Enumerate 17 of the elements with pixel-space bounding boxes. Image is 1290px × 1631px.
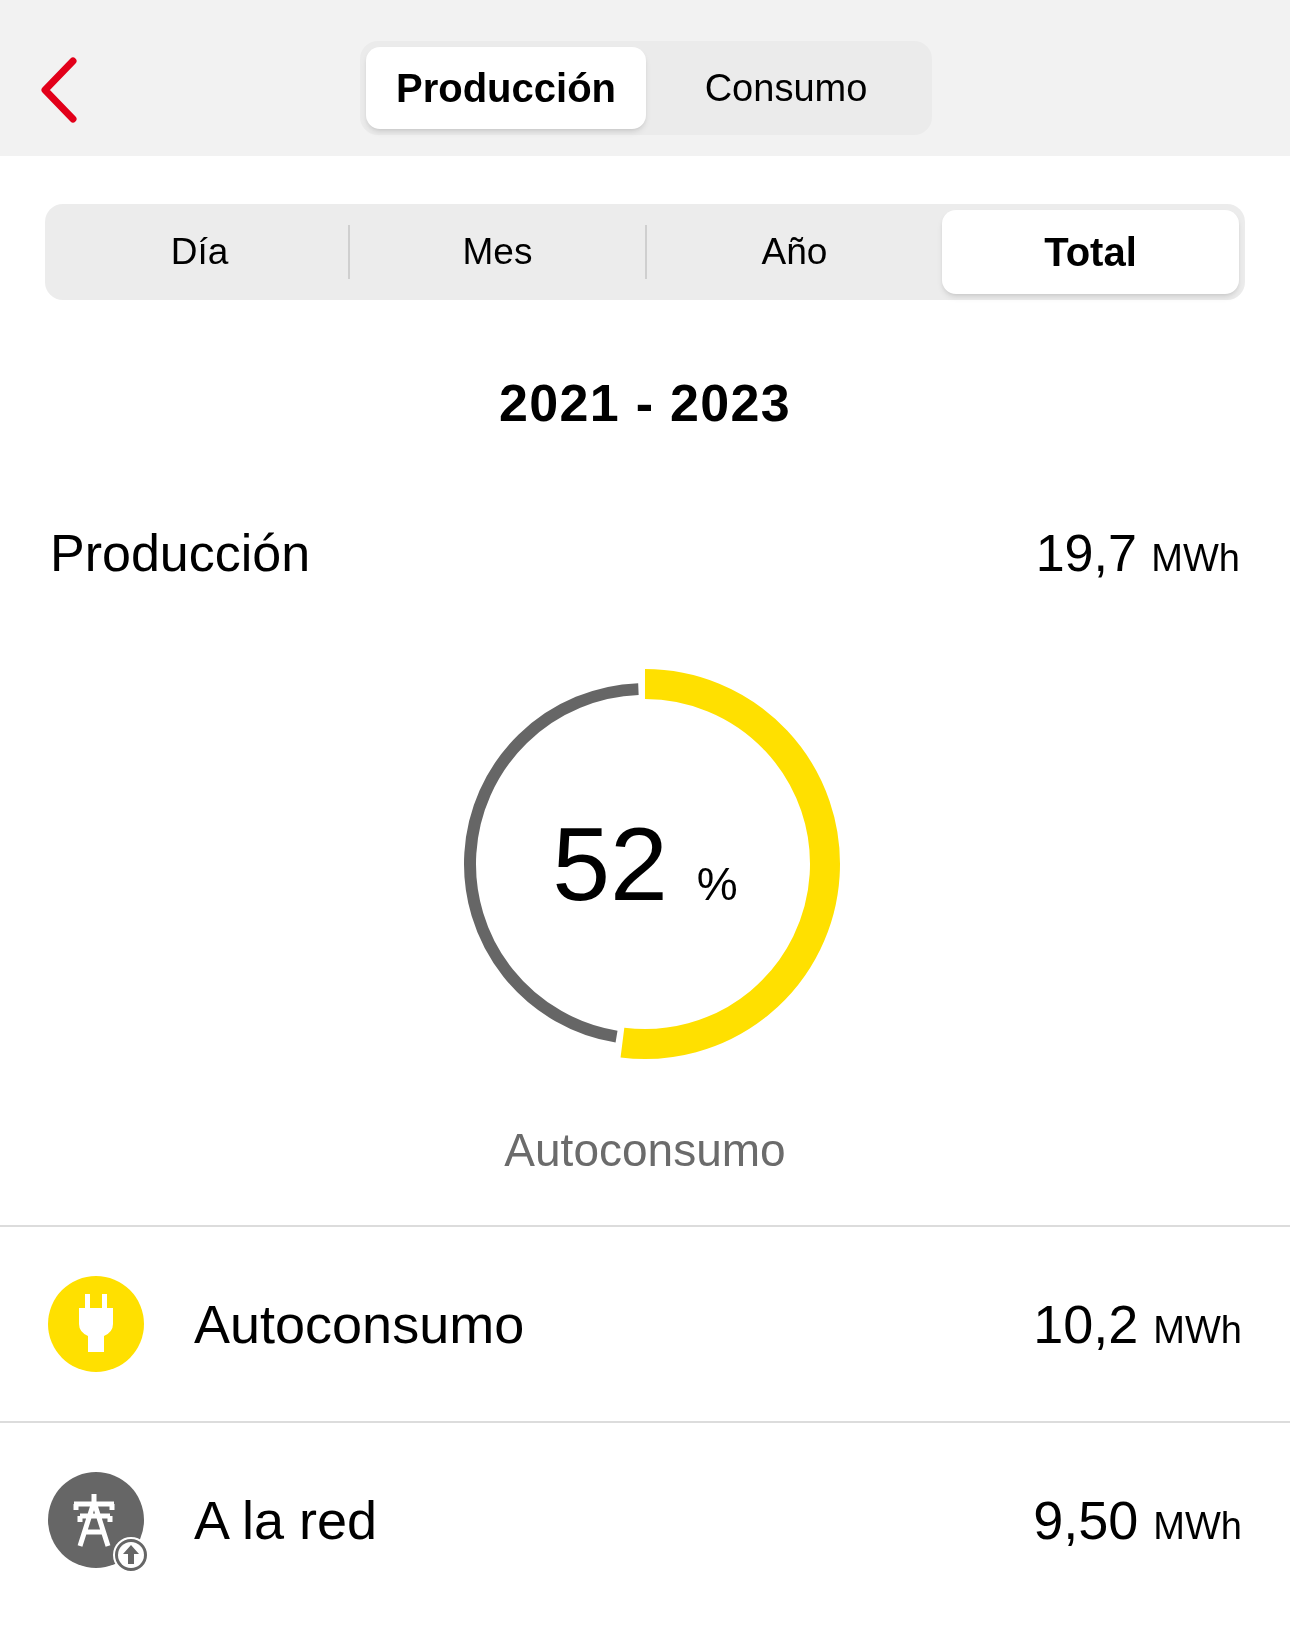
view-tab[interactable]: Producción (366, 47, 646, 129)
period-tab[interactable]: Total (942, 210, 1239, 294)
percentage-value: 52 % (552, 812, 738, 916)
period-tab[interactable]: Mes (350, 210, 645, 294)
category-value: 9,50 MWh (1033, 1488, 1242, 1552)
back-chevron-icon (39, 57, 79, 123)
production-value: 19,7 MWh (1035, 523, 1240, 584)
plug-icon (76, 1294, 116, 1354)
production-label: Producción (50, 523, 311, 584)
category-label: Autoconsumo (194, 1292, 526, 1356)
view-tab[interactable]: Consumo (646, 47, 926, 129)
category-value: 10,2 MWh (1033, 1292, 1242, 1356)
gauge-caption: Autoconsumo (504, 1123, 786, 1178)
category-label: A la red (194, 1488, 379, 1552)
period-tab[interactable]: Día (51, 210, 348, 294)
date-range: 2021 - 2023 (499, 373, 791, 434)
period-tab[interactable]: Año (647, 210, 942, 294)
